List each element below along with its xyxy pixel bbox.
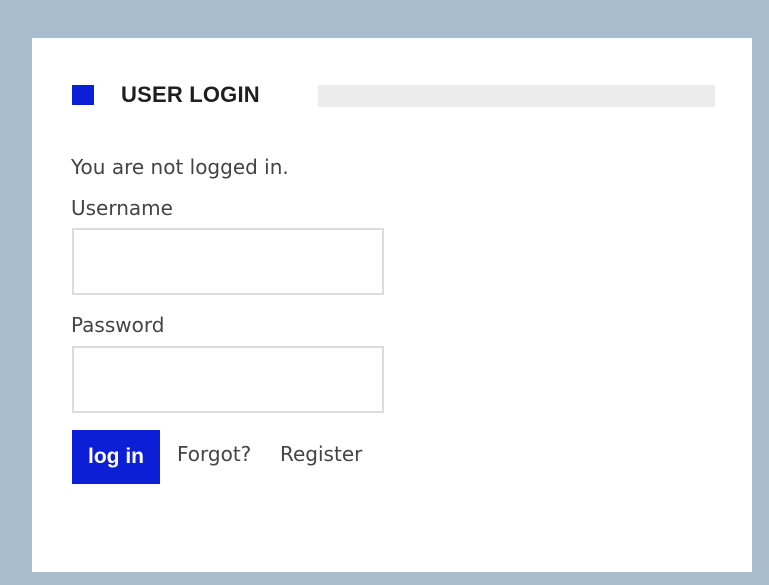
login-button[interactable]: log in xyxy=(72,430,160,484)
header-accent-square-icon xyxy=(72,85,94,105)
password-input[interactable] xyxy=(72,346,384,413)
login-header: USER LOGIN xyxy=(72,82,715,108)
password-label: Password xyxy=(71,313,165,337)
header-divider-bar xyxy=(318,85,715,107)
register-link[interactable]: Register xyxy=(280,442,362,466)
username-input[interactable] xyxy=(72,228,384,295)
login-status-text: You are not logged in. xyxy=(71,155,289,179)
login-title: USER LOGIN xyxy=(121,82,260,107)
forgot-password-link[interactable]: Forgot? xyxy=(177,442,251,466)
login-panel: USER LOGIN You are not logged in. Userna… xyxy=(32,38,752,572)
username-label: Username xyxy=(71,196,173,220)
